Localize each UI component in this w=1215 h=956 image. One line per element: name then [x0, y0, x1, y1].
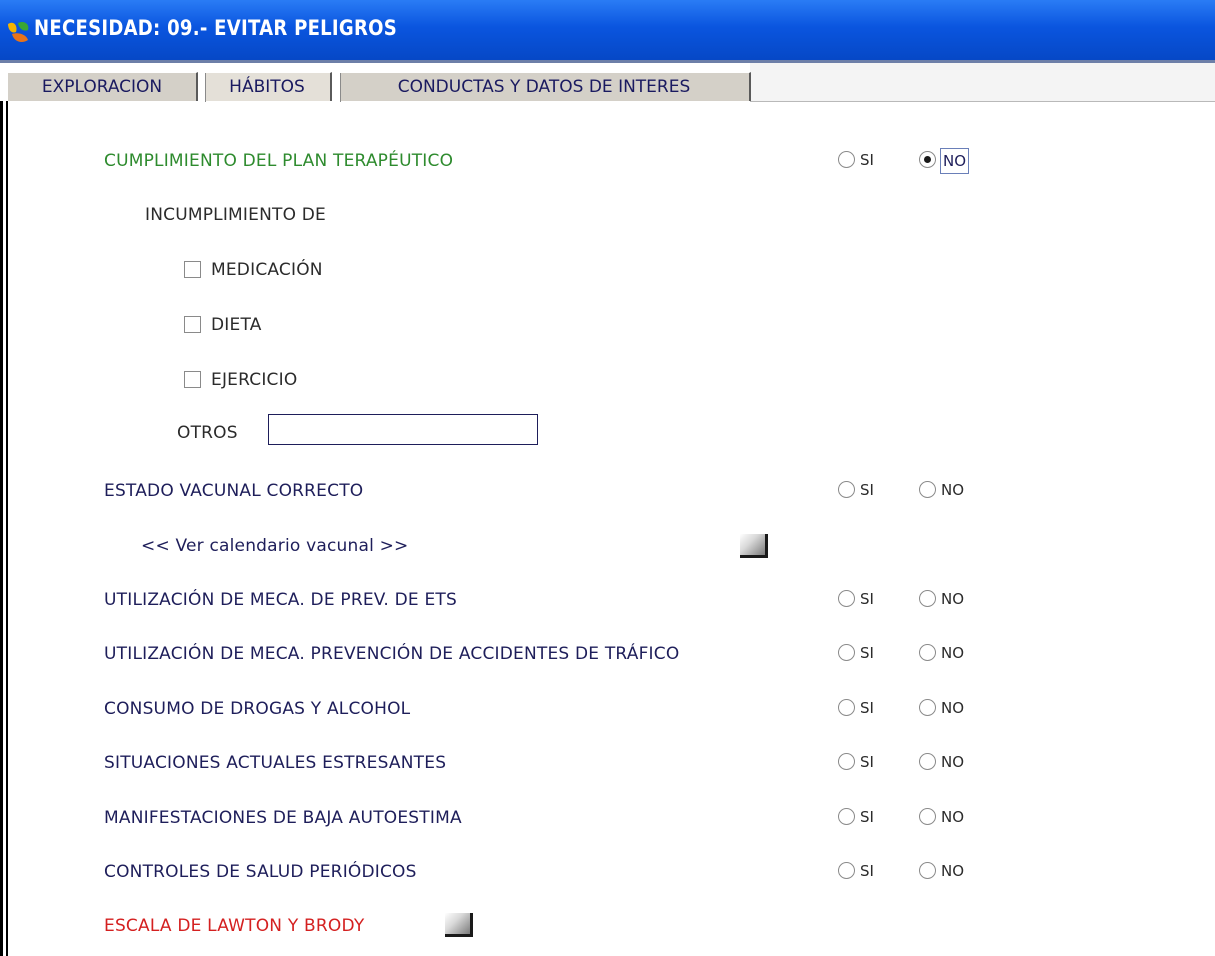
- estres-no-radio[interactable]: [919, 753, 936, 770]
- plan-no-radio[interactable]: [919, 151, 936, 168]
- vacunal-si-label: SI: [860, 481, 874, 499]
- trafico-si-label: SI: [860, 644, 874, 662]
- ejercicio-checkbox[interactable]: [184, 371, 201, 388]
- tab-label: HÁBITOS: [229, 77, 305, 97]
- vacunal-si-radio[interactable]: [838, 481, 855, 498]
- ejercicio-label: EJERCICIO: [211, 370, 298, 390]
- estres-si-label: SI: [860, 753, 874, 771]
- plan-no-label: NO: [940, 148, 970, 174]
- tab-conductas[interactable]: CONDUCTAS Y DATOS DE INTERES: [336, 72, 751, 102]
- drogas-no-radio[interactable]: [919, 699, 936, 716]
- vacunal-no-radio[interactable]: [919, 481, 936, 498]
- window-title: NECESIDAD: 09.- EVITAR PELIGROS: [34, 16, 398, 40]
- question-label: SITUACIONES ACTUALES ESTRESANTES: [104, 753, 447, 773]
- plan-si-radio[interactable]: [838, 151, 855, 168]
- autoestima-si-label: SI: [860, 808, 874, 826]
- tab-habitos[interactable]: HÁBITOS: [201, 72, 332, 102]
- calendario-vacunal-button[interactable]: [740, 534, 768, 558]
- ver-calendario-link[interactable]: << Ver calendario vacunal >>: [141, 536, 409, 556]
- drogas-si-radio[interactable]: [838, 699, 855, 716]
- tab-strip-fill: [750, 63, 1215, 102]
- plan-terapeutico-label: CUMPLIMIENTO DEL PLAN TERAPÉUTICO: [104, 151, 454, 171]
- question-label: UTILIZACIÓN DE MECA. DE PREV. DE ETS: [104, 590, 457, 610]
- controles-si-radio[interactable]: [838, 862, 855, 879]
- dieta-label: DIETA: [211, 315, 262, 335]
- ets-no-radio[interactable]: [919, 590, 936, 607]
- app-logo-icon: [8, 21, 29, 42]
- drogas-si-label: SI: [860, 699, 874, 717]
- ets-si-radio[interactable]: [838, 590, 855, 607]
- plan-si-label: SI: [860, 151, 874, 169]
- incumplimiento-label: INCUMPLIMIENTO DE: [145, 205, 326, 225]
- autoestima-si-radio[interactable]: [838, 808, 855, 825]
- controles-no-radio[interactable]: [919, 862, 936, 879]
- drogas-no-label: NO: [941, 699, 965, 717]
- ets-no-label: NO: [941, 590, 965, 608]
- trafico-no-radio[interactable]: [919, 644, 936, 661]
- otros-input[interactable]: [268, 414, 538, 445]
- tab-label: EXPLORACION: [41, 77, 163, 97]
- estado-vacunal-label: ESTADO VACUNAL CORRECTO: [104, 481, 364, 501]
- question-label: CONTROLES DE SALUD PERIÓDICOS: [104, 862, 417, 882]
- autoestima-no-radio[interactable]: [919, 808, 936, 825]
- vacunal-no-label: NO: [941, 481, 965, 499]
- medicacion-checkbox[interactable]: [184, 261, 201, 278]
- medicacion-label: MEDICACIÓN: [211, 260, 323, 280]
- estres-si-radio[interactable]: [838, 753, 855, 770]
- ets-si-label: SI: [860, 590, 874, 608]
- frame-border: [0, 101, 3, 956]
- question-label: CONSUMO DE DROGAS Y ALCOHOL: [104, 699, 411, 719]
- tab-strip: EXPLORACION HÁBITOS CONDUCTAS Y DATOS DE…: [0, 60, 1215, 102]
- autoestima-no-label: NO: [941, 808, 965, 826]
- escala-lawton-brody-label[interactable]: ESCALA DE LAWTON Y BRODY: [104, 916, 364, 936]
- trafico-si-radio[interactable]: [838, 644, 855, 661]
- tab-exploracion[interactable]: EXPLORACION: [8, 72, 198, 101]
- trafico-no-label: NO: [941, 644, 965, 662]
- otros-label: OTROS: [177, 423, 238, 443]
- habitos-form: CUMPLIMIENTO DEL PLAN TERAPÉUTICO SI NO …: [8, 101, 1215, 956]
- tab-label: CONDUCTAS Y DATOS DE INTERES: [397, 77, 691, 97]
- dieta-checkbox[interactable]: [184, 316, 201, 333]
- escala-lawton-brody-button[interactable]: [445, 913, 473, 937]
- controles-no-label: NO: [941, 862, 965, 880]
- estres-no-label: NO: [941, 753, 965, 771]
- question-label: MANIFESTACIONES DE BAJA AUTOESTIMA: [104, 808, 462, 828]
- window-titlebar: NECESIDAD: 09.- EVITAR PELIGROS: [0, 0, 1215, 60]
- question-label: UTILIZACIÓN DE MECA. PREVENCIÓN DE ACCID…: [104, 644, 680, 664]
- controles-si-label: SI: [860, 862, 874, 880]
